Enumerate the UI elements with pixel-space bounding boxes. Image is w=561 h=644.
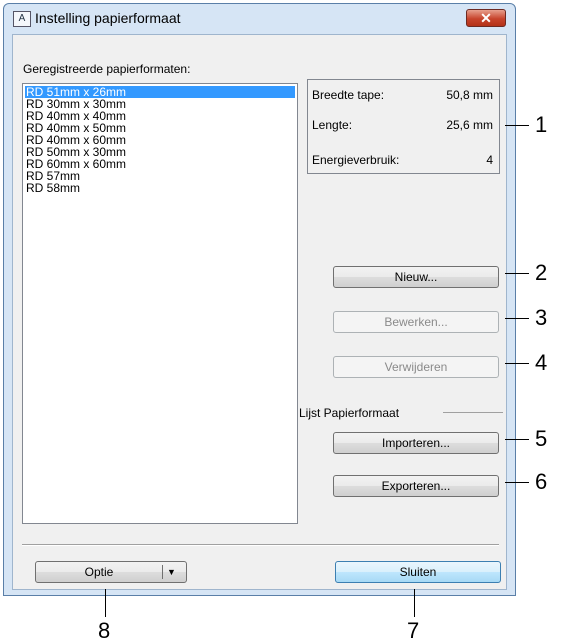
dialog-window: A Instelling papierformaat ✕ Geregistree… (3, 3, 516, 596)
callout-number: 5 (535, 426, 548, 451)
callout-line (505, 482, 529, 483)
tape-width-value: 50,8 mm (446, 88, 493, 102)
export-button[interactable]: Exporteren... (333, 475, 499, 497)
callout-line (505, 273, 529, 274)
close-button[interactable]: Sluiten (335, 561, 501, 583)
close-window-button[interactable]: ✕ (466, 9, 506, 27)
window-title: Instelling papierformaat (35, 10, 181, 26)
edit-button[interactable]: Bewerken... (333, 311, 499, 333)
tape-width-label: Breedte tape: (312, 88, 385, 102)
callout-number: 2 (535, 260, 548, 285)
close-icon: ✕ (480, 10, 492, 26)
delete-button[interactable]: Verwijderen (333, 356, 499, 378)
length-row: Lengte: 25,6 mm (312, 118, 493, 134)
callout-number: 7 (407, 618, 420, 643)
list-item[interactable]: RD 58mm (25, 182, 295, 194)
dialog-client-area: Geregistreerde papierformaten: RD 51mm x… (12, 34, 507, 590)
paper-format-list[interactable]: RD 51mm x 26mm RD 30mm x 30mm RD 40mm x … (22, 83, 298, 524)
length-value: 25,6 mm (446, 118, 493, 132)
registered-formats-label: Geregistreerde papierformaten: (23, 62, 191, 76)
callout-line (505, 125, 529, 126)
energy-label: Energieverbruik: (312, 153, 400, 167)
new-button[interactable]: Nieuw... (333, 266, 499, 288)
bottom-separator (22, 544, 499, 546)
dropdown-arrow-icon[interactable]: ▼ (167, 562, 176, 582)
group-divider (443, 412, 503, 413)
title-bar: A Instelling papierformaat ✕ (4, 4, 515, 34)
energy-row: Energieverbruik: 4 (312, 153, 493, 169)
format-info-panel: Breedte tape: 50,8 mm Lengte: 25,6 mm En… (307, 79, 500, 174)
callout-number: 1 (535, 112, 548, 137)
callout-line (105, 589, 106, 617)
callout-number: 6 (535, 469, 548, 494)
callout-line (505, 318, 529, 319)
callout-line (505, 363, 529, 364)
option-button-label: Optie (84, 565, 114, 579)
length-label: Lengte: (312, 118, 353, 132)
paper-format-list-group-label: Lijst Papierformaat (299, 406, 400, 420)
tape-width-row: Breedte tape: 50,8 mm (312, 88, 493, 104)
callout-number: 3 (535, 305, 548, 330)
option-split-button[interactable]: Optie ▼ (35, 561, 187, 583)
callout-line (414, 589, 415, 617)
callout-number: 4 (535, 350, 548, 375)
energy-value: 4 (486, 153, 493, 167)
callout-number: 8 (98, 618, 111, 643)
split-divider (162, 565, 163, 579)
callout-line (505, 439, 529, 440)
import-button[interactable]: Importeren... (333, 432, 499, 454)
app-icon: A (13, 11, 31, 27)
